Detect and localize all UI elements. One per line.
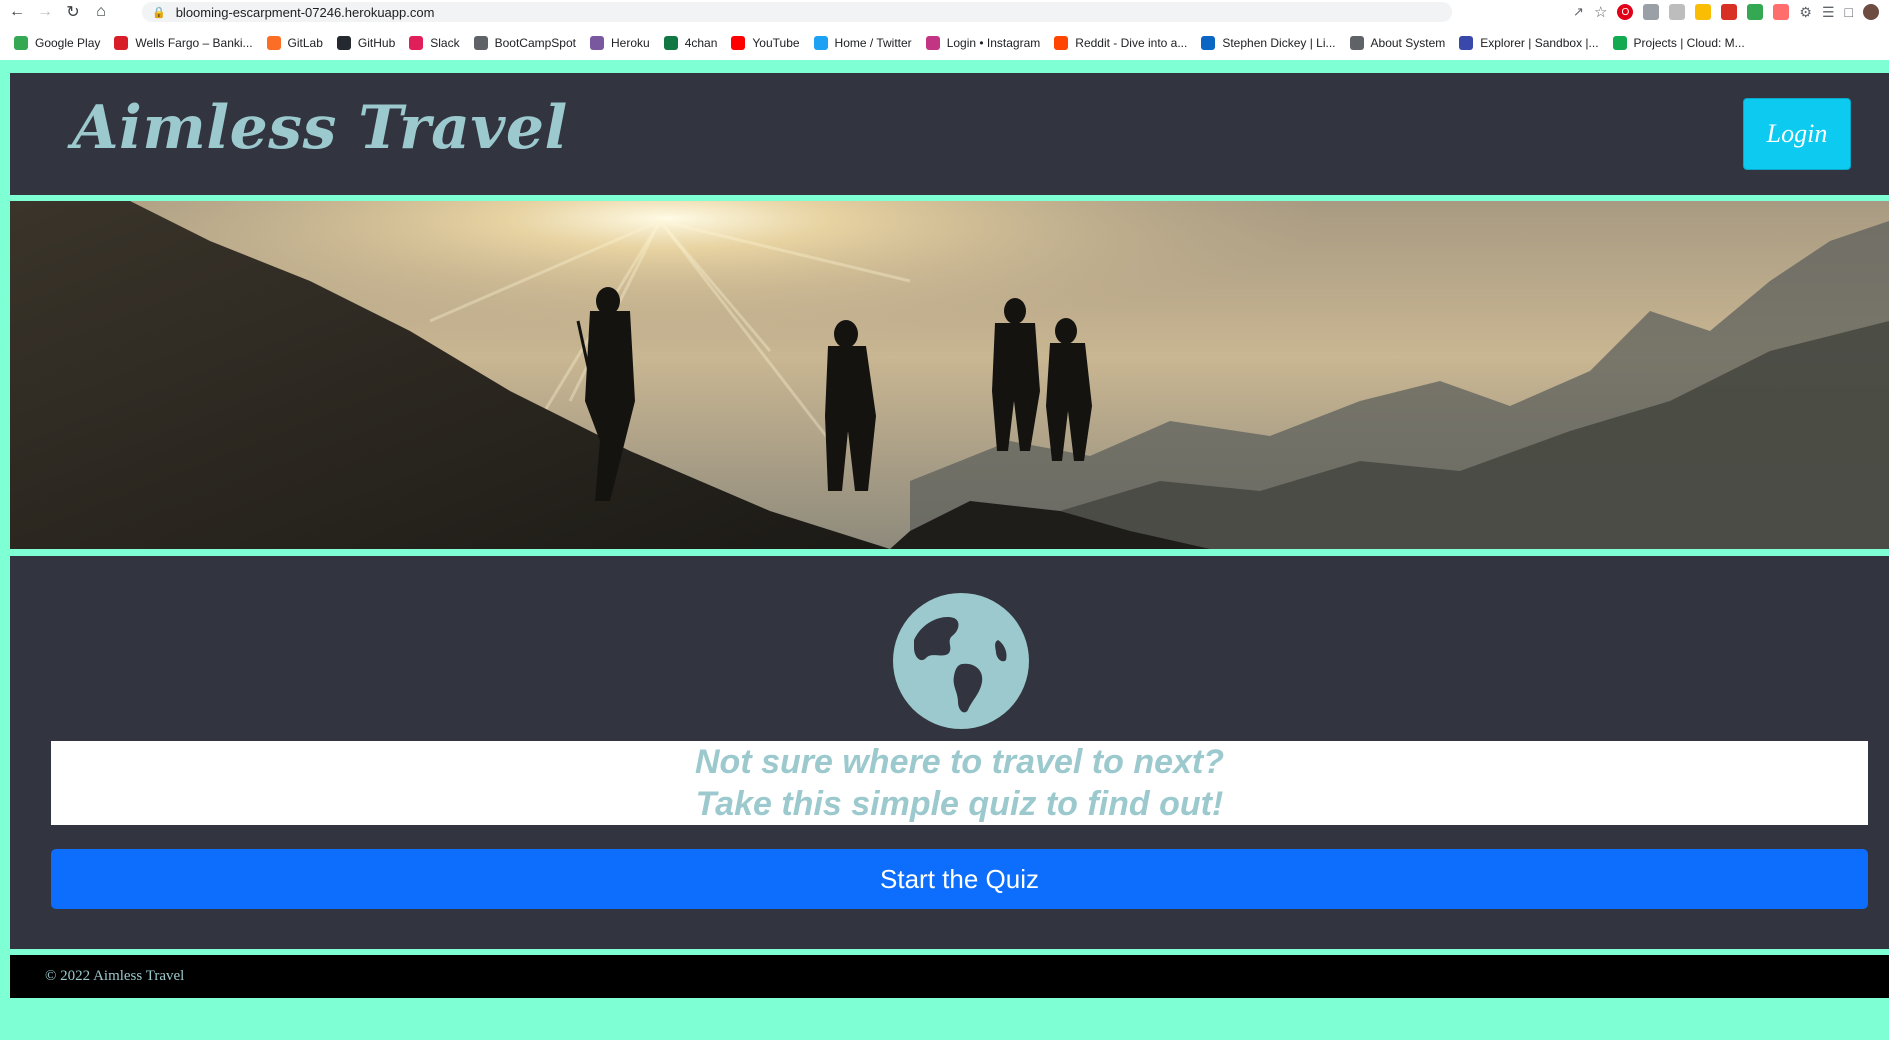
bookmark-label: Reddit - Dive into a... (1075, 36, 1188, 50)
address-bar[interactable]: 🔒 blooming-escarpment-07246.herokuapp.co… (142, 2, 1452, 22)
bookmark-label: Login • Instagram (946, 36, 1041, 50)
youtube-icon (731, 36, 746, 50)
github-icon (336, 36, 351, 50)
bookmark-label: GitLab (287, 36, 323, 50)
start-quiz-button[interactable]: Start the Quiz (51, 849, 1868, 909)
bookmarks-bar: Google Play Wells Fargo – Banki... GitLab G… (0, 30, 1745, 56)
bookmark-item[interactable]: Stephen Dickey | Li... (1201, 36, 1336, 50)
explorer-icon (1459, 36, 1474, 50)
bookmark-item[interactable]: GitHub (336, 36, 396, 50)
bookmark-label: Heroku (611, 36, 650, 50)
url-text: blooming-escarpment-07246.herokuapp.com (175, 4, 435, 20)
extension-icon[interactable] (1643, 4, 1660, 20)
reading-list-icon[interactable]: ☰ (1822, 4, 1835, 21)
hero-image (10, 201, 1889, 549)
back-arrow-icon[interactable]: ← (6, 1, 28, 23)
gitlab-icon (266, 36, 281, 50)
opera-extension-icon[interactable]: O (1617, 4, 1634, 20)
globe-icon (893, 593, 1029, 729)
tagline-box: Not sure where to travel to next? Take t… (51, 741, 1868, 825)
bookmark-item[interactable]: Slack (409, 36, 460, 50)
clover-icon (663, 36, 678, 50)
twitter-icon (813, 36, 828, 50)
profile-avatar-icon[interactable] (1863, 4, 1879, 20)
forward-arrow-icon[interactable]: → (34, 1, 56, 23)
google-play-icon (14, 36, 28, 50)
share-icon[interactable]: ↗ (1573, 4, 1584, 20)
bookmark-label: 4chan (684, 36, 718, 50)
bookmark-label: Google Play (35, 36, 101, 50)
bookmark-item[interactable]: GitLab (266, 36, 323, 50)
bookmark-item[interactable]: 4chan (663, 36, 718, 50)
home-icon[interactable]: ⌂ (90, 1, 112, 23)
extension-icon[interactable] (1669, 4, 1686, 20)
reload-icon[interactable]: ↻ (62, 1, 84, 23)
bookmark-item[interactable]: Login • Instagram (925, 36, 1041, 50)
bookmark-label: YouTube (752, 36, 800, 50)
bookmark-item[interactable]: Projects | Cloud: M... (1612, 36, 1745, 50)
site-header: Aimless Travel Login (10, 73, 1889, 195)
bookmark-label: Slack (430, 36, 460, 50)
globe-icon (473, 36, 488, 50)
quiz-intro-panel: Not sure where to travel to next? Take t… (10, 556, 1889, 949)
mongodb-icon (1612, 36, 1627, 50)
bookmark-label: GitHub (357, 36, 396, 50)
drive-extension-icon[interactable] (1695, 4, 1712, 20)
address-bar-row: ← → ↻ ⌂ 🔒 blooming-escarpment-07246.hero… (0, 0, 1889, 24)
wells-fargo-icon (114, 36, 129, 50)
extensions-toolbar: ↗ ☆ O ⚙ ☰ □ (1573, 2, 1879, 22)
bookmark-item[interactable]: BootCampSpot (473, 36, 576, 50)
extension-badge-icon[interactable] (1721, 4, 1738, 20)
slack-icon (409, 36, 424, 50)
hikers-sunset-illustration (10, 201, 1889, 549)
globe-icon (1349, 36, 1364, 50)
tagline-line-1: Not sure where to travel to next? (695, 743, 1224, 781)
bookmark-label: Home / Twitter (834, 36, 912, 50)
bookmark-item[interactable]: Home / Twitter (813, 36, 912, 50)
bookmark-item[interactable]: Google Play (14, 36, 100, 50)
extension-icon[interactable] (1773, 4, 1790, 20)
linkedin-icon (1201, 36, 1216, 50)
browser-chrome: ← → ↻ ⌂ 🔒 blooming-escarpment-07246.hero… (0, 0, 1889, 60)
bookmark-item[interactable]: Heroku (590, 36, 650, 50)
login-button[interactable]: Login (1743, 98, 1851, 170)
bookmark-star-icon[interactable]: ☆ (1594, 3, 1607, 21)
tagline-line-2: Take this simple quiz to find out! (695, 785, 1224, 823)
bookmark-label: BootCampSpot (494, 36, 576, 50)
copyright-text: © 2022 Aimless Travel (45, 968, 185, 984)
bookmark-label: Projects | Cloud: M... (1633, 36, 1745, 50)
heroku-icon (590, 36, 604, 50)
side-panel-icon[interactable]: □ (1845, 4, 1853, 20)
site-footer: © 2022 Aimless Travel (10, 955, 1889, 998)
brand-title: Aimless Travel (72, 93, 568, 163)
reddit-icon (1054, 36, 1069, 50)
bookmark-item[interactable]: Explorer | Sandbox |... (1459, 36, 1599, 50)
bookmark-item[interactable]: About System (1349, 36, 1446, 50)
bookmark-label: Wells Fargo – Banki... (135, 36, 253, 50)
bookmark-item[interactable]: Reddit - Dive into a... (1054, 36, 1187, 50)
bookmark-label: Stephen Dickey | Li... (1222, 36, 1336, 50)
puzzle-extensions-icon[interactable]: ⚙ (1799, 4, 1812, 21)
bookmark-item[interactable]: Wells Fargo – Banki... (114, 36, 253, 50)
lock-icon: 🔒 (152, 6, 166, 19)
extension-icon[interactable] (1747, 4, 1764, 20)
bookmark-label: About System (1370, 36, 1446, 50)
bookmark-label: Explorer | Sandbox |... (1480, 36, 1599, 50)
instagram-icon (925, 36, 940, 50)
bookmark-item[interactable]: YouTube (731, 36, 800, 50)
